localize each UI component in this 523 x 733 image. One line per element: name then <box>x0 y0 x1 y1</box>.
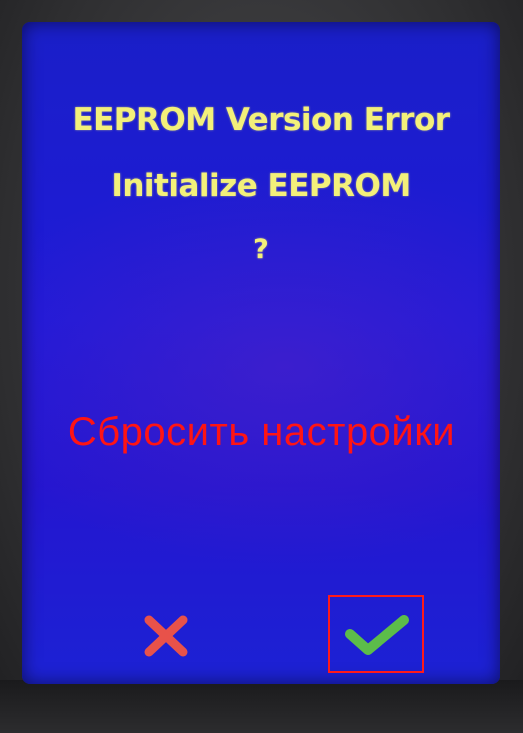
dialog-question-mark: ? <box>253 234 269 265</box>
dialog-title: EEPROM Version Error <box>72 102 450 138</box>
annotation-label: Сбросить настройки <box>67 410 456 454</box>
checkmark-icon <box>345 615 409 655</box>
close-icon <box>144 615 188 657</box>
device-bezel-bottom <box>0 680 523 733</box>
lcd-screen: EEPROM Version Error Initialize EEPROM ? <box>22 22 500 684</box>
dialog-message: Initialize EEPROM <box>111 168 411 204</box>
cancel-button[interactable] <box>136 610 196 662</box>
confirm-button[interactable] <box>330 597 424 673</box>
